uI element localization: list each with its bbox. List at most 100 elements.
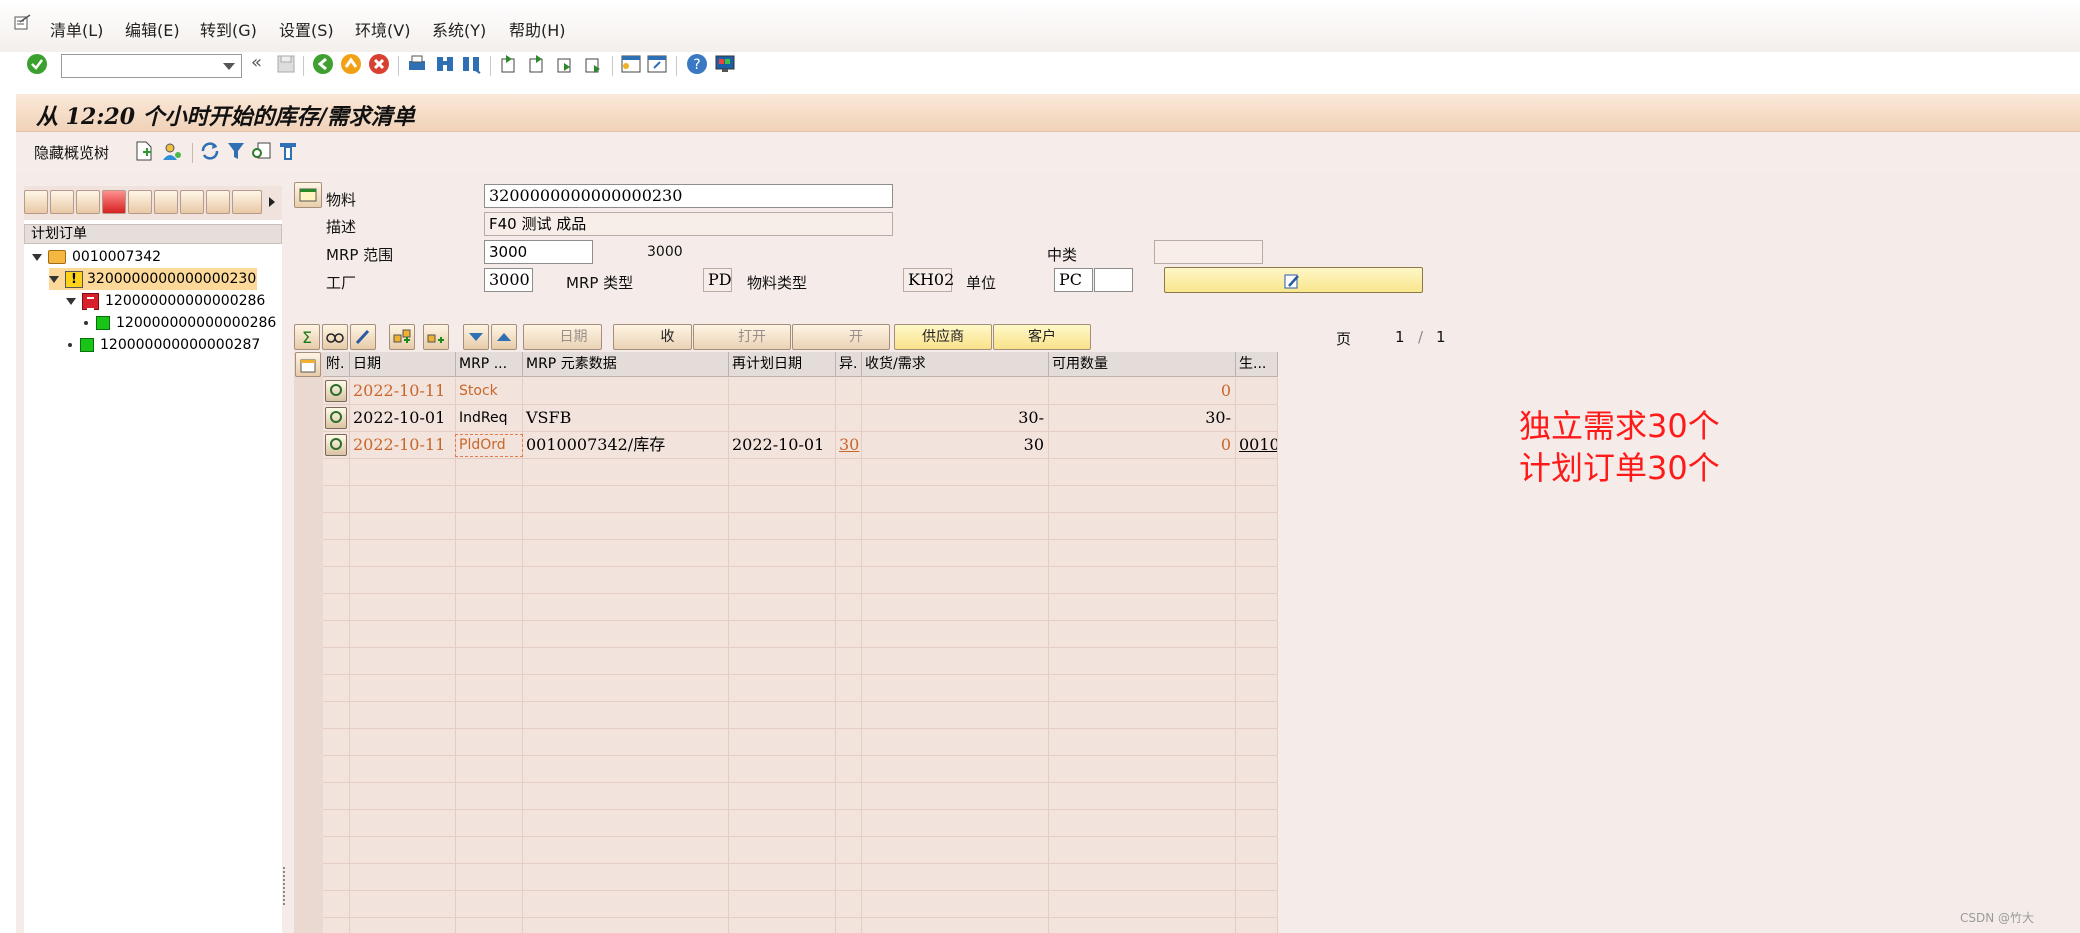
refresh-icon[interactable] <box>199 140 221 162</box>
find-icon[interactable] <box>434 53 456 75</box>
new-session-icon[interactable] <box>620 53 642 75</box>
empty-table-row[interactable] <box>323 864 1278 891</box>
first-page-icon[interactable] <box>498 53 520 75</box>
menu-app-icon[interactable] <box>14 14 32 30</box>
empty-table-row[interactable] <box>323 486 1278 513</box>
add-row-icon[interactable] <box>423 324 449 350</box>
col-header-attach[interactable]: 附. <box>323 352 350 377</box>
exit-icon[interactable] <box>340 53 362 75</box>
empty-table-row[interactable] <box>323 567 1278 594</box>
sum-icon[interactable]: Σ <box>294 324 320 350</box>
splitter-grip[interactable] <box>283 867 285 907</box>
material-field[interactable]: 3200000000000000230 <box>484 184 893 208</box>
print-icon[interactable] <box>406 53 428 75</box>
customize-layout-icon[interactable] <box>714 53 736 75</box>
save-icon[interactable] <box>275 53 297 75</box>
col-header-receipt-requirement[interactable]: 收货/需求 <box>862 352 1049 377</box>
grid-layout-icon[interactable] <box>295 352 321 377</box>
panel-splitter[interactable] <box>282 172 286 933</box>
menu-system[interactable]: 系统(Y) <box>432 17 486 41</box>
command-field[interactable] <box>61 54 242 78</box>
col-header-production[interactable]: 生... <box>1236 352 1278 377</box>
empty-table-row[interactable] <box>323 756 1278 783</box>
edit-header-button[interactable] <box>1164 267 1423 293</box>
user-settings-icon[interactable] <box>161 140 183 162</box>
empty-table-row[interactable] <box>323 540 1278 567</box>
tree-print-icon[interactable] <box>232 190 262 214</box>
tree-structure-icon[interactable] <box>50 190 74 214</box>
expand-arrow-icon[interactable] <box>66 297 76 305</box>
open-second-button[interactable]: 开 <box>792 324 890 350</box>
tree-split-icon[interactable] <box>128 190 152 214</box>
chevron-down-icon[interactable] <box>223 63 235 70</box>
col-header-exception[interactable]: 异. <box>836 352 862 377</box>
help-icon[interactable]: ? <box>686 53 708 75</box>
menu-edit[interactable]: 编辑(E) <box>125 17 180 41</box>
tree-up-icon[interactable] <box>180 190 204 214</box>
expand-arrow-icon[interactable] <box>32 253 42 261</box>
empty-table-row[interactable] <box>323 513 1278 540</box>
next-page-icon[interactable] <box>554 53 576 75</box>
menu-settings[interactable]: 设置(S) <box>279 17 334 41</box>
table-row[interactable]: 2022-10-11 PldOrd 0010007342/库存 2022-10-01 3… <box>323 432 1278 459</box>
plant-field[interactable]: 3000 <box>484 268 533 292</box>
tree-node-material[interactable]: ! 3200000000000000230 <box>49 268 257 290</box>
menu-help[interactable]: 帮助(H) <box>509 17 566 41</box>
header-toggle-button[interactable] <box>294 182 322 208</box>
tree-collapse-icon[interactable] <box>154 190 178 214</box>
sort-ascending-icon[interactable] <box>491 324 517 350</box>
vendor-button[interactable]: 供应商 <box>894 324 992 350</box>
customer-button[interactable]: 客户 <box>993 324 1091 350</box>
empty-table-row[interactable] <box>323 459 1278 486</box>
receipt-button[interactable]: 收 <box>613 324 692 350</box>
open-button[interactable]: 打开 <box>693 324 791 350</box>
back-icon[interactable] <box>312 53 334 75</box>
menu-goto[interactable]: 转到(G) <box>200 17 257 41</box>
expand-all-icon[interactable] <box>389 324 415 350</box>
tree-refresh-icon[interactable] <box>76 190 100 214</box>
empty-table-row[interactable] <box>323 702 1278 729</box>
unit-field[interactable]: PC <box>1054 268 1093 292</box>
tree-find-icon[interactable] <box>206 190 230 214</box>
glasses-icon[interactable] <box>322 324 348 350</box>
shortcut-icon[interactable] <box>646 53 668 75</box>
details-icon[interactable] <box>251 140 273 162</box>
detail-magnifier-icon[interactable] <box>325 434 347 456</box>
col-header-mrp-element-data[interactable]: MRP 元素数据 <box>523 352 729 377</box>
collapse-command-icon[interactable]: « <box>251 52 262 73</box>
filter-icon[interactable] <box>225 140 247 162</box>
col-header-mrp-element[interactable]: MRP ... <box>456 352 523 377</box>
empty-table-row[interactable] <box>323 918 1278 933</box>
date-button[interactable]: 日期 <box>523 324 602 350</box>
hide-tree-button[interactable]: 隐藏概览树 <box>34 142 109 163</box>
sort-descending-icon[interactable] <box>463 324 489 350</box>
table-row[interactable]: 2022-10-01 IndReq VSFB 30- 30- <box>323 405 1278 432</box>
empty-table-row[interactable] <box>323 675 1278 702</box>
table-row[interactable]: 2022-10-11 Stock 0 <box>323 378 1278 405</box>
empty-table-row[interactable] <box>323 783 1278 810</box>
chevron-right-icon[interactable] <box>269 197 275 207</box>
column-settings-icon[interactable] <box>277 140 299 162</box>
menu-environment[interactable]: 环境(V) <box>355 17 410 41</box>
detail-magnifier-icon[interactable] <box>325 407 347 429</box>
tree-node-planned-order-folder[interactable]: 0010007342 <box>32 246 161 268</box>
mrp-area-field[interactable]: 3000 <box>484 240 593 264</box>
find-next-icon[interactable] <box>460 53 482 75</box>
enter-check-icon[interactable] <box>26 53 48 75</box>
pencil-icon[interactable] <box>350 324 376 350</box>
tree-node-order-287[interactable]: 120000000000000287 <box>68 334 260 356</box>
unit-extra-field[interactable] <box>1094 268 1133 292</box>
empty-table-row[interactable] <box>323 891 1278 918</box>
empty-table-row[interactable] <box>323 837 1278 864</box>
col-header-date[interactable]: 日期 <box>350 352 456 377</box>
last-page-icon[interactable] <box>582 53 604 75</box>
detail-magnifier-icon[interactable] <box>325 380 347 402</box>
col-header-reschedule-date[interactable]: 再计划日期 <box>729 352 836 377</box>
tree-exception-icon[interactable] <box>102 190 126 214</box>
previous-page-icon[interactable] <box>526 53 548 75</box>
empty-table-row[interactable] <box>323 810 1278 837</box>
tree-node-order-286-child[interactable]: 120000000000000286 <box>84 312 276 334</box>
tree-expand-icon[interactable] <box>24 190 48 214</box>
new-document-icon[interactable] <box>133 140 155 162</box>
empty-table-row[interactable] <box>323 594 1278 621</box>
